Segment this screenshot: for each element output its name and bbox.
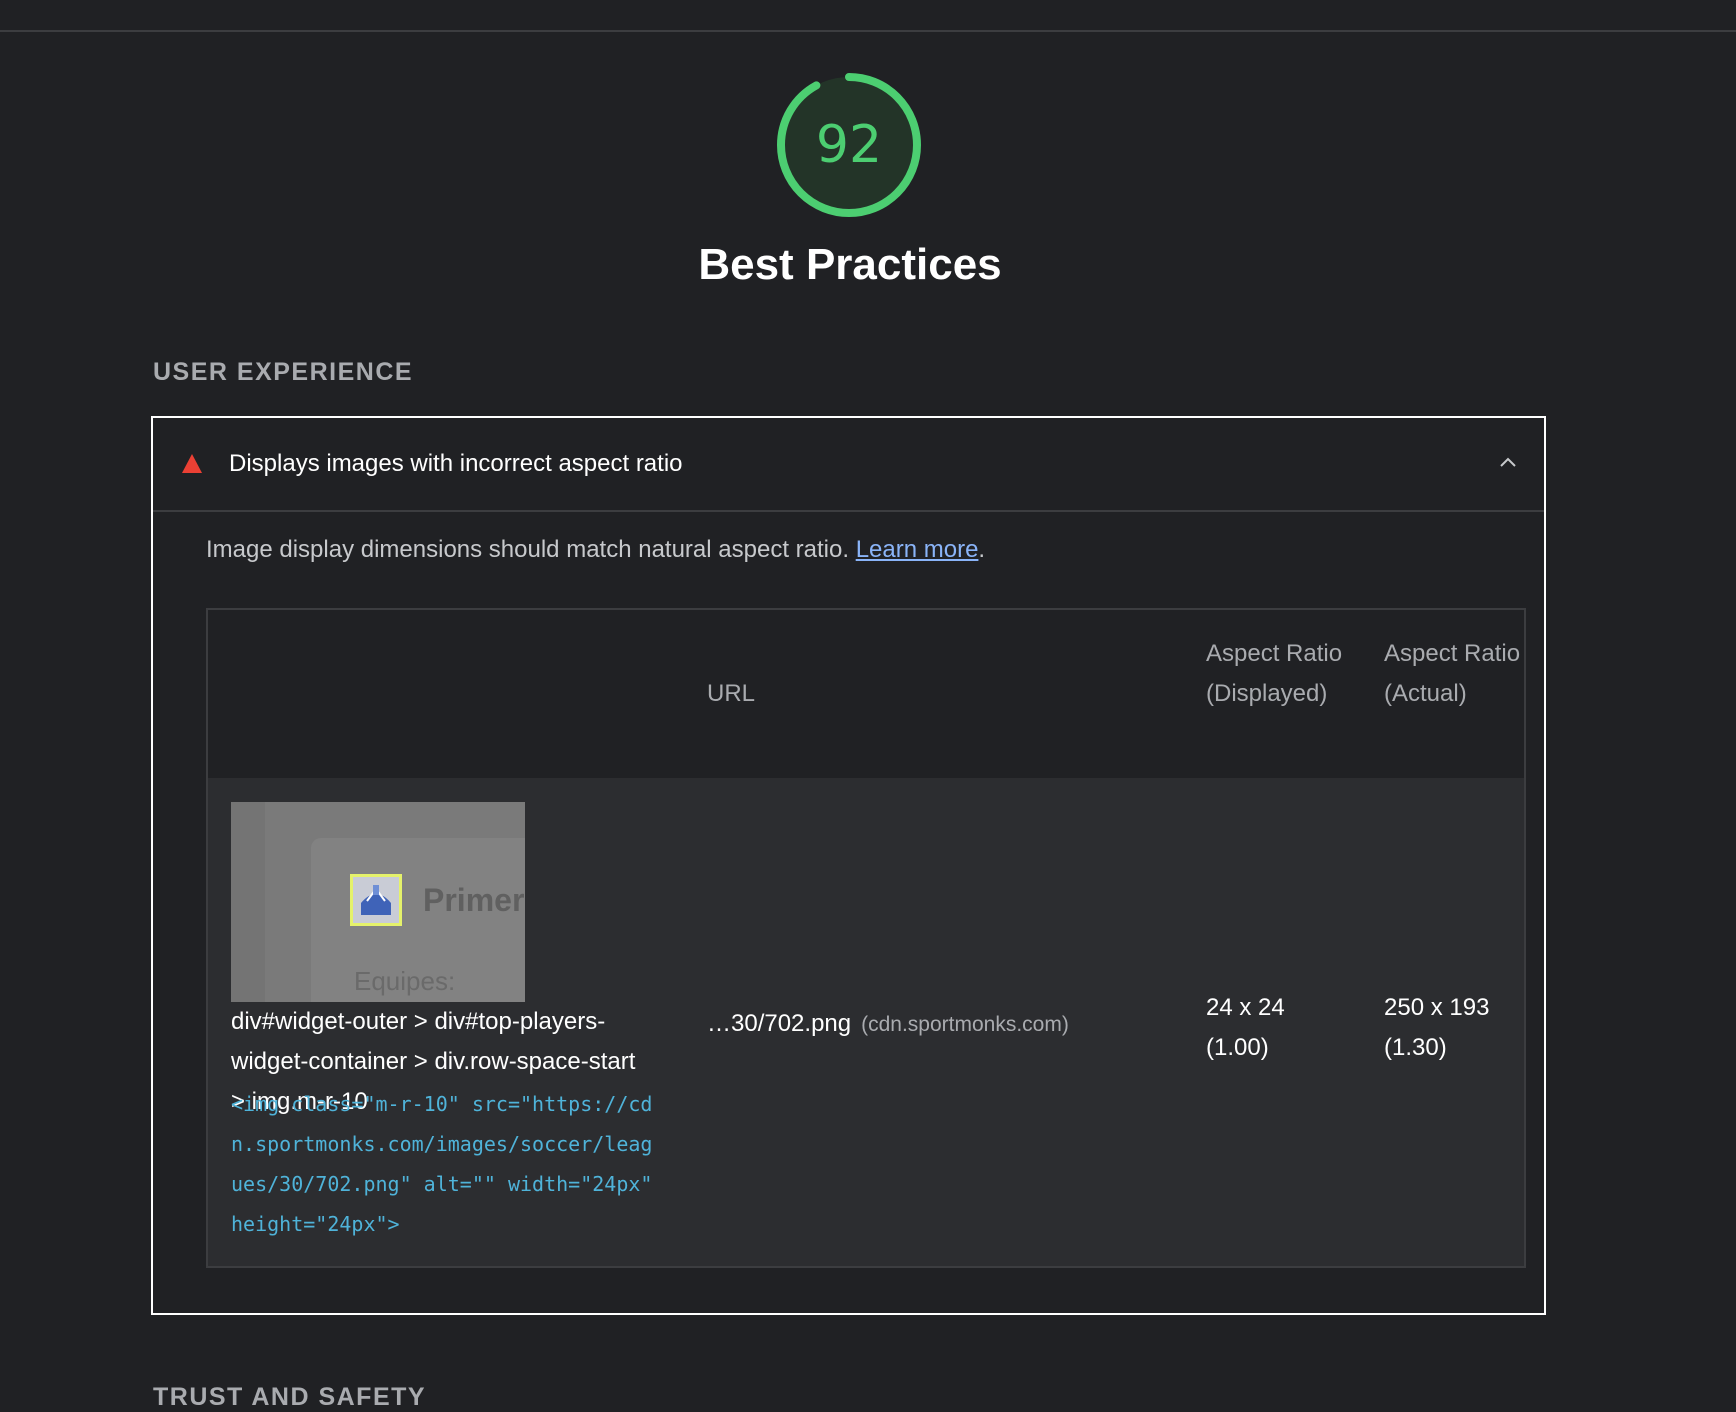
group-title: USER EXPERIENCE: [153, 358, 414, 386]
aspect-ratio-displayed: 24 x 24 (1.00): [1206, 988, 1285, 1068]
audit-title: Displays images with incorrect aspect ra…: [229, 450, 683, 477]
url-cell[interactable]: …30/702.png (cdn.sportmonks.com): [707, 1010, 1069, 1038]
details-table: URL Aspect Ratio (Displayed) Aspect Rati…: [206, 608, 1526, 1268]
audit-description: Image display dimensions should match na…: [206, 536, 985, 564]
category-title: Best Practices: [698, 240, 1002, 289]
top-divider: [0, 30, 1736, 32]
learn-more-link[interactable]: Learn more: [856, 536, 979, 563]
warning-triangle-icon: [182, 454, 202, 473]
column-header-url: URL: [707, 680, 756, 707]
audit-aspect-ratio: Displays images with incorrect aspect ra…: [151, 416, 1546, 1315]
url-host: (cdn.sportmonks.com): [861, 1013, 1069, 1036]
table-row[interactable]: Primera Equipes: div#widget-outer > div#…: [208, 778, 1524, 1266]
node-selector: div#widget-outer > div#top-players-widge…: [231, 802, 651, 1122]
actual-dimensions: 250 x 193: [1384, 994, 1490, 1021]
column-header-aspect-displayed: Aspect Ratio (Displayed): [1206, 640, 1343, 707]
description-text: Image display dimensions should match na…: [206, 536, 850, 563]
actual-ratio: (1.30): [1384, 1034, 1447, 1061]
column-header-aspect-actual: Aspect Ratio (Actual): [1384, 640, 1521, 707]
url-path: …30/702.png: [707, 1010, 852, 1037]
displayed-dimensions: 24 x 24: [1206, 994, 1285, 1021]
score-value: 92: [815, 115, 883, 175]
node-snippet: <img class="m-r-10" src="https://cdn.spo…: [231, 1092, 665, 1236]
table-header: URL Aspect Ratio (Displayed) Aspect Rati…: [208, 610, 1524, 778]
selector-part-1: div#widget-outer > div#top-: [231, 1008, 520, 1035]
next-group-title: TRUST AND SAFETY: [153, 1383, 427, 1411]
chevron-up-icon[interactable]: [1498, 452, 1518, 472]
description-end: .: [978, 536, 986, 563]
score-gauge[interactable]: 92: [774, 70, 924, 220]
displayed-ratio: (1.00): [1206, 1034, 1269, 1061]
aspect-ratio-actual: 250 x 193 (1.30): [1384, 988, 1489, 1068]
audit-header[interactable]: Displays images with incorrect aspect ra…: [153, 418, 1544, 512]
